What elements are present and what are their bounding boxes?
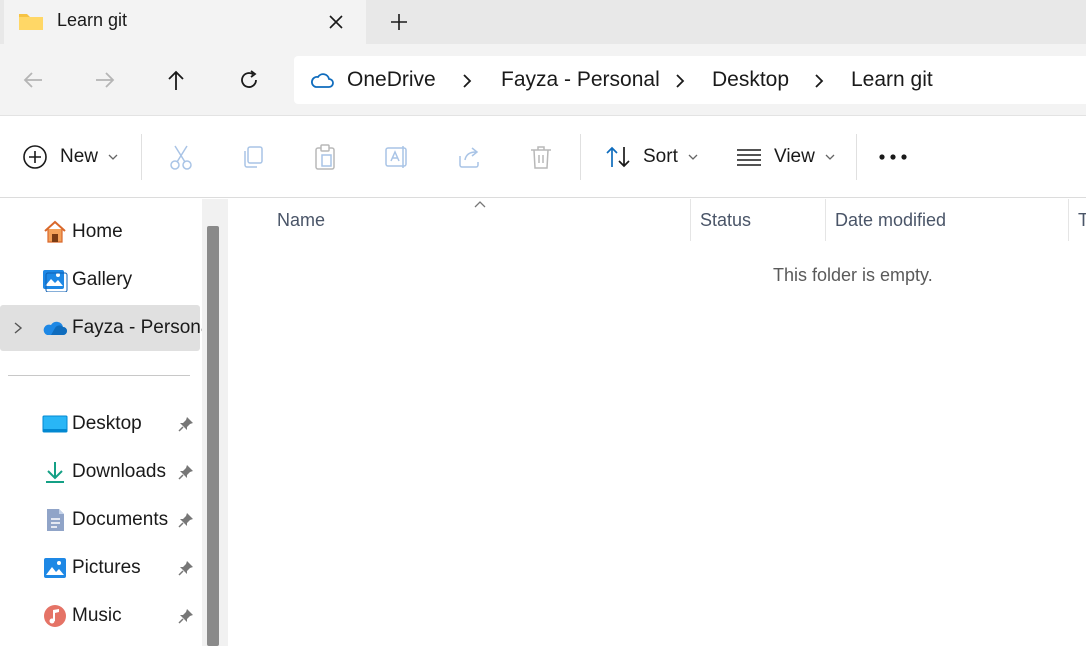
sidebar-item-label: Fayza - Personal [72, 317, 216, 338]
sidebar-item-label: Pictures [72, 557, 141, 578]
pin-icon[interactable] [178, 464, 194, 480]
copy-icon [244, 146, 263, 168]
view-button-label: View [774, 146, 815, 167]
desktop-icon [42, 415, 68, 433]
clipboard-icon [315, 144, 335, 170]
back-button[interactable] [17, 64, 49, 96]
toolbar-divider [580, 134, 581, 180]
sidebar-item-fayza-personal[interactable]: Fayza - Personal [0, 305, 216, 351]
rename-button[interactable] [384, 140, 410, 174]
pin-icon[interactable] [178, 512, 194, 528]
paste-button[interactable] [312, 140, 338, 174]
sidebar-scrollbar-thumb[interactable] [207, 226, 219, 646]
close-icon [329, 15, 343, 29]
tab-title: Learn git [57, 10, 128, 30]
sidebar-item-label: Music [72, 605, 122, 626]
file-list: Name Status Date modified T This folder … [228, 199, 1086, 646]
plus-icon [391, 14, 407, 30]
chevron-down-icon [825, 154, 835, 160]
column-header-name[interactable]: Name [277, 199, 325, 241]
sidebar-item-label: Documents [72, 509, 169, 530]
toolbar-divider [856, 134, 857, 180]
sidebar-item-desktop[interactable]: Desktop [0, 401, 200, 447]
share-button[interactable] [456, 140, 482, 174]
sidebar-item-home[interactable]: Home [0, 209, 200, 255]
plus-circle-icon [23, 145, 47, 169]
sort-button-label: Sort [643, 146, 678, 167]
breadcrumb-learn-git[interactable]: Learn git [851, 68, 933, 92]
breadcrumb-onedrive[interactable]: OneDrive [347, 68, 436, 92]
back-arrow-icon [23, 72, 42, 88]
chevron-right-icon[interactable] [811, 72, 827, 90]
close-tab-button[interactable] [322, 8, 350, 36]
column-header-type[interactable]: T [1078, 199, 1086, 241]
trash-icon [531, 146, 551, 169]
sort-button[interactable]: Sort [605, 140, 698, 174]
chevron-down-icon [108, 154, 118, 160]
chevron-right-icon[interactable] [11, 320, 25, 336]
empty-folder-message: This folder is empty. [773, 265, 933, 285]
pin-icon[interactable] [178, 416, 194, 432]
up-button[interactable] [160, 64, 192, 96]
more-icon [879, 154, 907, 160]
onedrive-cloud-icon [43, 321, 67, 335]
pin-icon[interactable] [178, 608, 194, 624]
sidebar-item-downloads[interactable]: Downloads [0, 449, 200, 495]
scissors-icon [170, 145, 192, 170]
column-header-date-modified[interactable]: Date modified [835, 199, 946, 241]
share-icon [459, 147, 479, 168]
sidebar-item-gallery[interactable]: Gallery [0, 257, 200, 303]
sidebar-item-documents[interactable]: Documents [0, 497, 200, 543]
navigation-pane: Home Gallery Fayza - Personal Desktop Do… [0, 199, 216, 646]
chevron-right-icon[interactable] [459, 72, 475, 90]
column-divider[interactable] [825, 199, 826, 241]
forward-arrow-icon [96, 72, 115, 88]
sidebar-item-label: Home [72, 221, 123, 242]
refresh-icon [241, 70, 257, 88]
address-bar[interactable]: OneDrive Fayza - Personal Desktop Learn … [294, 56, 1086, 104]
downloads-icon [46, 462, 64, 483]
rename-icon [385, 146, 407, 168]
sidebar-item-label: Downloads [72, 461, 166, 482]
pictures-icon [44, 558, 66, 578]
chevron-right-icon[interactable] [672, 72, 688, 90]
pin-icon[interactable] [178, 560, 194, 576]
breadcrumb-desktop[interactable]: Desktop [712, 68, 789, 92]
view-list-icon [737, 149, 761, 166]
sidebar-item-label: Desktop [72, 413, 142, 434]
music-icon [44, 605, 66, 627]
documents-icon [47, 509, 64, 531]
view-button[interactable]: View [736, 140, 835, 174]
command-bar: New Sort View [0, 116, 1086, 198]
folder-icon [19, 14, 43, 30]
gallery-icon [43, 270, 68, 292]
toolbar-divider [141, 134, 142, 180]
delete-button[interactable] [528, 140, 554, 174]
sidebar-divider [8, 375, 190, 376]
new-button-label: New [60, 146, 99, 167]
sidebar-item-label: Gallery [72, 269, 133, 290]
up-arrow-icon [168, 70, 184, 90]
tab-learn-git[interactable]: Learn git [4, 0, 366, 44]
new-button[interactable]: New [22, 140, 118, 174]
tab-strip: Learn git [0, 0, 1086, 44]
more-options-button[interactable] [878, 140, 908, 174]
navigation-bar: OneDrive Fayza - Personal Desktop Learn … [0, 44, 1086, 116]
forward-button[interactable] [89, 64, 121, 96]
sidebar-item-music[interactable]: Music [0, 593, 200, 639]
home-icon [44, 220, 66, 243]
column-divider[interactable] [690, 199, 691, 241]
sort-ascending-icon [474, 201, 486, 208]
chevron-down-icon [688, 154, 698, 160]
refresh-button[interactable] [233, 64, 265, 96]
sort-icon [606, 146, 630, 168]
cut-button[interactable] [168, 140, 194, 174]
breadcrumb-fayza-personal[interactable]: Fayza - Personal [501, 68, 660, 92]
column-divider[interactable] [1068, 199, 1069, 241]
onedrive-cloud-icon [311, 73, 334, 88]
new-tab-button[interactable] [383, 6, 415, 38]
sidebar-item-pictures[interactable]: Pictures [0, 545, 200, 591]
copy-button[interactable] [240, 140, 266, 174]
column-header-status[interactable]: Status [700, 199, 751, 241]
